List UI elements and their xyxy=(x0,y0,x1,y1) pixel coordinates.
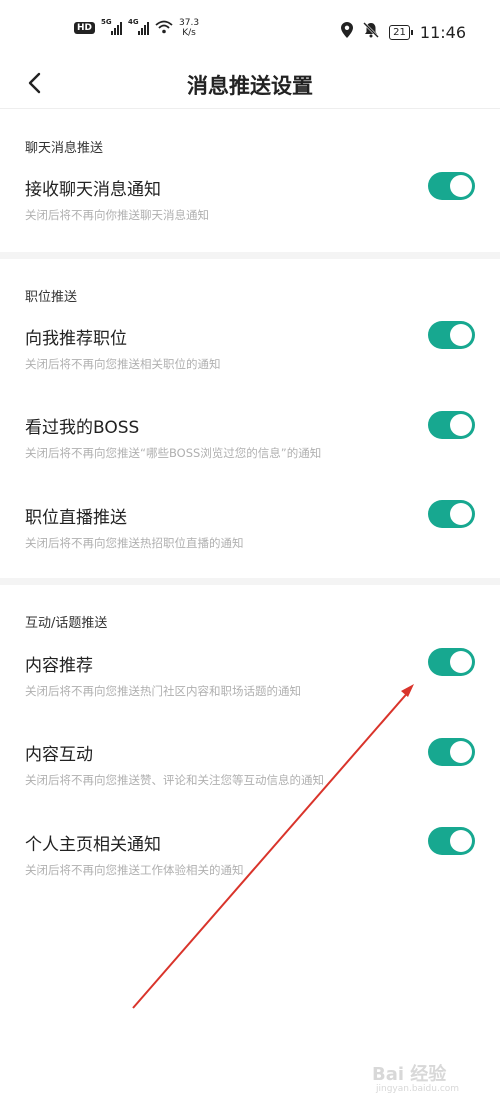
annotation-arrow-icon xyxy=(132,684,414,1009)
baidu-watermark-url: jingyan.baidu.com xyxy=(376,1084,460,1094)
baidu-watermark-logo: Bai 经验 xyxy=(372,1064,447,1085)
